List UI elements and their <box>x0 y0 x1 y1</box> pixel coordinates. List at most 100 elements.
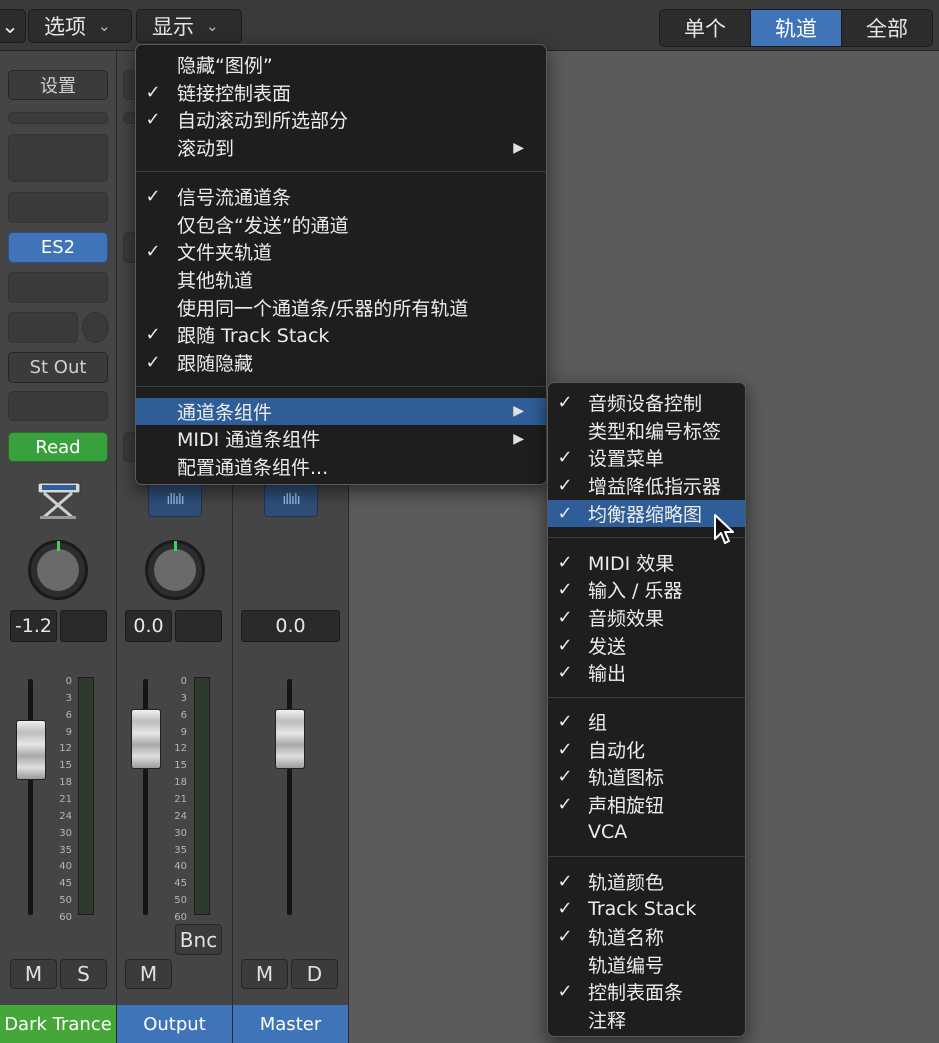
components-menu-item[interactable]: 类型和编号标签 <box>548 417 745 444</box>
display-menu-item[interactable]: ✓ 自动滚动到所选部分 <box>136 106 546 133</box>
check-icon: ✓ <box>557 606 573 628</box>
check-icon: ✓ <box>557 898 573 920</box>
display-menu-item[interactable]: 仅包含“发送”的通道 <box>136 211 546 238</box>
components-menu-item[interactable]: ✓ 组 <box>548 708 745 735</box>
menu-separator <box>136 386 546 388</box>
check-icon: ✓ <box>557 738 573 760</box>
scale-tick-label: 0 <box>180 676 187 687</box>
group-slot[interactable] <box>8 391 108 421</box>
menu-separator <box>548 856 745 857</box>
components-menu-item[interactable]: 注释 <box>548 1006 745 1033</box>
components-menu-item[interactable]: VCA <box>548 819 745 846</box>
scale-tick-label: 45 <box>59 878 72 890</box>
check-icon: ✓ <box>557 925 573 947</box>
components-menu-item[interactable]: ✓ 控制表面条 <box>548 978 745 1005</box>
volume-value[interactable]: 0.0 <box>125 610 172 642</box>
chevron-down-icon: ⌄ <box>1 14 19 38</box>
mute-button[interactable]: M <box>10 959 57 989</box>
output-slot[interactable]: St Out <box>8 352 108 383</box>
display-menu-item-label: 隐藏“图例” <box>177 55 273 77</box>
track-name[interactable]: Master <box>233 1005 348 1043</box>
mute-button[interactable]: M <box>125 959 172 989</box>
volume-fader[interactable] <box>131 709 161 769</box>
display-menu-item[interactable]: 滚动到 ▶ <box>136 134 546 161</box>
display-menu-item[interactable]: 隐藏“图例” <box>136 51 546 78</box>
check-icon: ✓ <box>145 185 161 207</box>
pan-knob[interactable] <box>145 540 205 600</box>
audio-fx-slot[interactable] <box>8 272 108 303</box>
volume-value[interactable]: -1.2 <box>10 610 57 642</box>
components-menu-item-label: 音频效果 <box>588 607 665 630</box>
midi-fx-slot[interactable] <box>8 192 108 223</box>
display-menu-item-label: 配置通道条组件... <box>177 457 329 480</box>
check-icon: ✓ <box>145 352 161 373</box>
display-menu-item-label: 其他轨道 <box>177 269 254 292</box>
components-menu-item[interactable]: 轨道编号 <box>548 951 745 978</box>
display-menu-item[interactable]: ✓ 信号流通道条 <box>136 183 546 210</box>
check-icon: ✓ <box>557 447 573 469</box>
check-icon: ✓ <box>557 634 573 656</box>
display-menu-item[interactable]: ✓ 跟随隐藏 <box>136 349 546 376</box>
mute-button[interactable]: M <box>241 959 288 989</box>
display-menu-item[interactable]: 配置通道条组件... <box>136 453 546 480</box>
display-menu-item[interactable]: 其他轨道 <box>136 266 546 293</box>
gain-reduction-meter <box>8 112 108 124</box>
components-menu-item[interactable]: ✓ Track Stack <box>548 895 745 922</box>
level-meter <box>194 677 210 915</box>
setting-button[interactable]: 设置 <box>8 70 108 100</box>
menu-separator <box>548 696 745 698</box>
segment-single[interactable]: 单个 <box>660 10 751 46</box>
track-name[interactable]: Output <box>117 1005 232 1043</box>
check-icon: ✓ <box>145 81 161 103</box>
components-menu-item[interactable]: ✓ 轨道名称 <box>548 923 745 950</box>
components-menu-item[interactable]: ✓ 输出 <box>548 659 745 686</box>
eq-thumbnail[interactable] <box>8 134 108 182</box>
display-menu-item[interactable]: MIDI 通道条组件 ▶ <box>136 425 546 452</box>
submenu-arrow-icon: ▶ <box>513 403 524 420</box>
display-label: 显示 <box>152 15 194 39</box>
components-menu-item-label: Track Stack <box>588 897 697 920</box>
components-menu-item[interactable]: ✓ 轨道图标 <box>548 763 745 790</box>
components-menu-item-label: 轨道颜色 <box>588 871 665 894</box>
track-name[interactable]: Dark Trance <box>0 1005 116 1043</box>
components-menu-item[interactable]: ✓ 设置菜单 <box>548 444 745 471</box>
components-menu-item-label: VCA <box>588 821 628 844</box>
instrument-slot[interactable]: ES2 <box>8 232 108 263</box>
display-menu-item[interactable]: 使用同一个通道条/乐器的所有轨道 <box>136 294 546 321</box>
bounce-button[interactable]: Bnc <box>175 924 222 955</box>
components-menu-item[interactable]: ✓ MIDI 效果 <box>548 549 745 576</box>
segment-all[interactable]: 全部 <box>842 10 932 46</box>
volume-fader[interactable] <box>275 709 305 769</box>
dim-button[interactable]: D <box>291 959 338 989</box>
left-chevron-button[interactable]: ⌄ <box>0 9 26 43</box>
volume-fader[interactable] <box>16 720 46 780</box>
components-menu-item[interactable]: ✓ 自动化 <box>548 736 745 763</box>
scale-tick-label: 40 <box>59 861 72 873</box>
components-menu-item[interactable]: ✓ 增益降低指示器 <box>548 472 745 499</box>
send-slot[interactable] <box>8 312 78 343</box>
components-menu-item[interactable]: ✓ 音频效果 <box>548 604 745 631</box>
display-menu-item[interactable]: ✓ 跟随 Track Stack <box>136 321 546 348</box>
display-menu-item[interactable]: ✓ 链接控制表面 <box>136 79 546 106</box>
segment-tracks[interactable]: 轨道 <box>751 10 842 46</box>
components-menu-item[interactable]: ✓ 声相旋钮 <box>548 791 745 818</box>
solo-button[interactable]: S <box>60 959 107 989</box>
components-menu-item-label: 轨道名称 <box>588 926 665 949</box>
components-menu-item-label: 音频设备控制 <box>588 393 703 415</box>
peak-value <box>175 610 222 642</box>
scale-tick-label: 40 <box>174 861 187 873</box>
pan-knob[interactable] <box>28 540 88 600</box>
display-menu-item[interactable]: ✓ 文件夹轨道 <box>136 238 546 265</box>
components-menu-item[interactable]: ✓ 输入 / 乐器 <box>548 576 745 603</box>
components-menu-item-label: 轨道图标 <box>588 767 665 790</box>
options-menu-button[interactable]: 选项 ⌄ <box>28 9 132 43</box>
automation-mode-button[interactable]: Read <box>8 432 108 462</box>
components-menu-item[interactable]: ✓ 音频设备控制 <box>548 389 745 416</box>
display-menu-button[interactable]: 显示 ⌄ <box>136 9 242 43</box>
send-level-knob[interactable] <box>82 312 109 343</box>
display-menu-item[interactable]: 通道条组件 ▶ <box>136 397 546 425</box>
display-menu-item-label: 滚动到 <box>177 138 235 161</box>
volume-value[interactable]: 0.0 <box>241 610 340 642</box>
components-menu-item[interactable]: ✓ 轨道颜色 <box>548 868 745 895</box>
components-menu-item[interactable]: ✓ 发送 <box>548 632 745 659</box>
